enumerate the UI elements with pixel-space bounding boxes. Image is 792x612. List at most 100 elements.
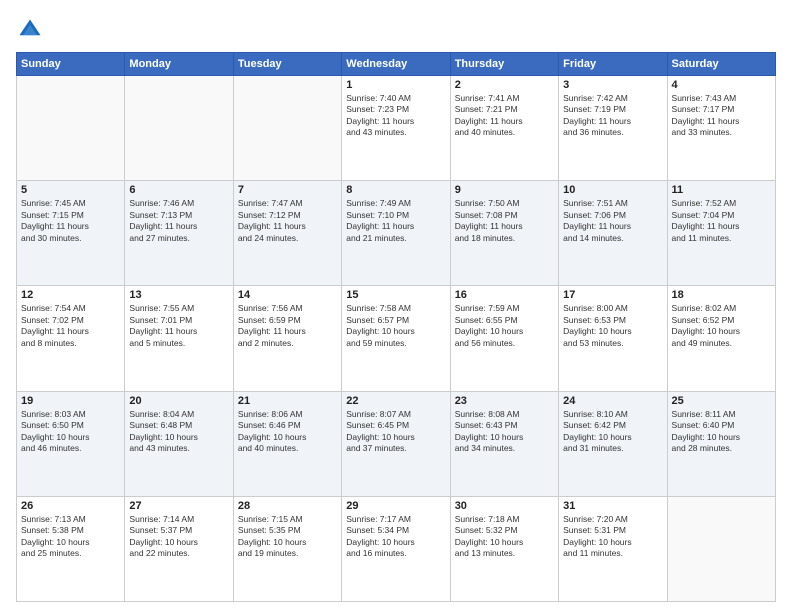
day-cell: 13 Sunrise: 7:55 AM Sunset: 7:01 PM Dayli… bbox=[125, 286, 233, 391]
day-number: 18 bbox=[672, 289, 771, 301]
day-number: 20 bbox=[129, 395, 228, 407]
day-info: Sunrise: 7:40 AM Sunset: 7:23 PM Dayligh… bbox=[346, 93, 445, 139]
day-info: Sunrise: 8:02 AM Sunset: 6:52 PM Dayligh… bbox=[672, 303, 771, 349]
weekday-header-thursday: Thursday bbox=[450, 53, 558, 76]
week-row-2: 5Sunrise: 7:45 AM Sunset: 7:15 PM Daylig… bbox=[17, 181, 776, 286]
header bbox=[16, 16, 776, 44]
day-cell: 4 Sunrise: 7:43 AM Sunset: 7:17 PM Daylig… bbox=[667, 76, 775, 181]
day-cell: 10Sunrise: 7:51 AM Sunset: 7:06 PM Dayli… bbox=[559, 181, 667, 286]
day-number: 16 bbox=[455, 289, 554, 301]
weekday-header-saturday: Saturday bbox=[667, 53, 775, 76]
day-cell bbox=[667, 496, 775, 601]
day-number: 30 bbox=[455, 500, 554, 512]
day-cell: 26Sunrise: 7:13 AM Sunset: 5:38 PM Dayli… bbox=[17, 496, 125, 601]
day-info: Sunrise: 7:49 AM Sunset: 7:10 PM Dayligh… bbox=[346, 198, 445, 244]
day-info: Sunrise: 8:06 AM Sunset: 6:46 PM Dayligh… bbox=[238, 409, 337, 455]
day-number: 4 bbox=[672, 79, 771, 91]
day-info: Sunrise: 8:03 AM Sunset: 6:50 PM Dayligh… bbox=[21, 409, 120, 455]
day-number: 8 bbox=[346, 184, 445, 196]
day-cell: 2 Sunrise: 7:41 AM Sunset: 7:21 PM Daylig… bbox=[450, 76, 558, 181]
day-number: 11 bbox=[672, 184, 771, 196]
day-cell: 25Sunrise: 8:11 AM Sunset: 6:40 PM Dayli… bbox=[667, 391, 775, 496]
day-info: Sunrise: 7:41 AM Sunset: 7:21 PM Dayligh… bbox=[455, 93, 554, 139]
day-info: Sunrise: 7:56 AM Sunset: 6:59 PM Dayligh… bbox=[238, 303, 337, 349]
day-cell: 27 Sunrise: 7:14 AM Sunset: 5:37 PM Dayli… bbox=[125, 496, 233, 601]
day-info: Sunrise: 7:47 AM Sunset: 7:12 PM Dayligh… bbox=[238, 198, 337, 244]
day-number: 6 bbox=[129, 184, 228, 196]
day-info: Sunrise: 7:55 AM Sunset: 7:01 PM Dayligh… bbox=[129, 303, 228, 349]
day-info: Sunrise: 7:54 AM Sunset: 7:02 PM Dayligh… bbox=[21, 303, 120, 349]
week-row-5: 26Sunrise: 7:13 AM Sunset: 5:38 PM Dayli… bbox=[17, 496, 776, 601]
day-cell: 1 Sunrise: 7:40 AM Sunset: 7:23 PM Daylig… bbox=[342, 76, 450, 181]
day-cell: 6 Sunrise: 7:46 AM Sunset: 7:13 PM Daylig… bbox=[125, 181, 233, 286]
day-info: Sunrise: 7:17 AM Sunset: 5:34 PM Dayligh… bbox=[346, 514, 445, 560]
day-info: Sunrise: 8:00 AM Sunset: 6:53 PM Dayligh… bbox=[563, 303, 662, 349]
weekday-header-sunday: Sunday bbox=[17, 53, 125, 76]
weekday-header-monday: Monday bbox=[125, 53, 233, 76]
week-row-1: 1 Sunrise: 7:40 AM Sunset: 7:23 PM Daylig… bbox=[17, 76, 776, 181]
weekday-header-row: SundayMondayTuesdayWednesdayThursdayFrid… bbox=[17, 53, 776, 76]
day-info: Sunrise: 7:50 AM Sunset: 7:08 PM Dayligh… bbox=[455, 198, 554, 244]
day-info: Sunrise: 7:18 AM Sunset: 5:32 PM Dayligh… bbox=[455, 514, 554, 560]
week-row-3: 12 Sunrise: 7:54 AM Sunset: 7:02 PM Dayli… bbox=[17, 286, 776, 391]
day-info: Sunrise: 8:08 AM Sunset: 6:43 PM Dayligh… bbox=[455, 409, 554, 455]
day-info: Sunrise: 7:46 AM Sunset: 7:13 PM Dayligh… bbox=[129, 198, 228, 244]
day-number: 2 bbox=[455, 79, 554, 91]
day-info: Sunrise: 8:07 AM Sunset: 6:45 PM Dayligh… bbox=[346, 409, 445, 455]
day-info: Sunrise: 7:58 AM Sunset: 6:57 PM Dayligh… bbox=[346, 303, 445, 349]
day-number: 25 bbox=[672, 395, 771, 407]
day-number: 10 bbox=[563, 184, 662, 196]
day-number: 13 bbox=[129, 289, 228, 301]
day-number: 14 bbox=[238, 289, 337, 301]
day-number: 23 bbox=[455, 395, 554, 407]
day-cell: 16 Sunrise: 7:59 AM Sunset: 6:55 PM Dayli… bbox=[450, 286, 558, 391]
day-cell: 17 Sunrise: 8:00 AM Sunset: 6:53 PM Dayli… bbox=[559, 286, 667, 391]
day-cell bbox=[125, 76, 233, 181]
day-cell: 19 Sunrise: 8:03 AM Sunset: 6:50 PM Dayli… bbox=[17, 391, 125, 496]
weekday-header-tuesday: Tuesday bbox=[233, 53, 341, 76]
day-cell: 21 Sunrise: 8:06 AM Sunset: 6:46 PM Dayli… bbox=[233, 391, 341, 496]
day-info: Sunrise: 7:15 AM Sunset: 5:35 PM Dayligh… bbox=[238, 514, 337, 560]
day-cell: 18 Sunrise: 8:02 AM Sunset: 6:52 PM Dayli… bbox=[667, 286, 775, 391]
calendar: SundayMondayTuesdayWednesdayThursdayFrid… bbox=[16, 52, 776, 602]
day-cell: 31Sunrise: 7:20 AM Sunset: 5:31 PM Dayli… bbox=[559, 496, 667, 601]
day-cell: 7 Sunrise: 7:47 AM Sunset: 7:12 PM Daylig… bbox=[233, 181, 341, 286]
day-info: Sunrise: 7:42 AM Sunset: 7:19 PM Dayligh… bbox=[563, 93, 662, 139]
day-number: 28 bbox=[238, 500, 337, 512]
day-number: 27 bbox=[129, 500, 228, 512]
day-number: 9 bbox=[455, 184, 554, 196]
day-info: Sunrise: 7:43 AM Sunset: 7:17 PM Dayligh… bbox=[672, 93, 771, 139]
day-number: 1 bbox=[346, 79, 445, 91]
day-cell: 20Sunrise: 8:04 AM Sunset: 6:48 PM Dayli… bbox=[125, 391, 233, 496]
day-number: 24 bbox=[563, 395, 662, 407]
day-number: 17 bbox=[563, 289, 662, 301]
day-number: 12 bbox=[21, 289, 120, 301]
day-cell: 29 Sunrise: 7:17 AM Sunset: 5:34 PM Dayli… bbox=[342, 496, 450, 601]
day-number: 19 bbox=[21, 395, 120, 407]
logo bbox=[16, 16, 48, 44]
day-info: Sunrise: 7:14 AM Sunset: 5:37 PM Dayligh… bbox=[129, 514, 228, 560]
day-info: Sunrise: 7:20 AM Sunset: 5:31 PM Dayligh… bbox=[563, 514, 662, 560]
day-info: Sunrise: 8:10 AM Sunset: 6:42 PM Dayligh… bbox=[563, 409, 662, 455]
day-number: 22 bbox=[346, 395, 445, 407]
day-cell bbox=[233, 76, 341, 181]
weekday-header-friday: Friday bbox=[559, 53, 667, 76]
logo-icon bbox=[16, 16, 44, 44]
day-cell bbox=[17, 76, 125, 181]
day-number: 21 bbox=[238, 395, 337, 407]
day-info: Sunrise: 7:45 AM Sunset: 7:15 PM Dayligh… bbox=[21, 198, 120, 244]
day-info: Sunrise: 7:52 AM Sunset: 7:04 PM Dayligh… bbox=[672, 198, 771, 244]
day-cell: 3 Sunrise: 7:42 AM Sunset: 7:19 PM Daylig… bbox=[559, 76, 667, 181]
day-cell: 28 Sunrise: 7:15 AM Sunset: 5:35 PM Dayli… bbox=[233, 496, 341, 601]
day-info: Sunrise: 7:59 AM Sunset: 6:55 PM Dayligh… bbox=[455, 303, 554, 349]
day-cell: 14 Sunrise: 7:56 AM Sunset: 6:59 PM Dayli… bbox=[233, 286, 341, 391]
day-cell: 5Sunrise: 7:45 AM Sunset: 7:15 PM Daylig… bbox=[17, 181, 125, 286]
day-number: 29 bbox=[346, 500, 445, 512]
day-cell: 23 Sunrise: 8:08 AM Sunset: 6:43 PM Dayli… bbox=[450, 391, 558, 496]
day-number: 7 bbox=[238, 184, 337, 196]
day-number: 15 bbox=[346, 289, 445, 301]
day-cell: 15 Sunrise: 7:58 AM Sunset: 6:57 PM Dayli… bbox=[342, 286, 450, 391]
day-number: 3 bbox=[563, 79, 662, 91]
day-cell: 8 Sunrise: 7:49 AM Sunset: 7:10 PM Daylig… bbox=[342, 181, 450, 286]
weekday-header-wednesday: Wednesday bbox=[342, 53, 450, 76]
